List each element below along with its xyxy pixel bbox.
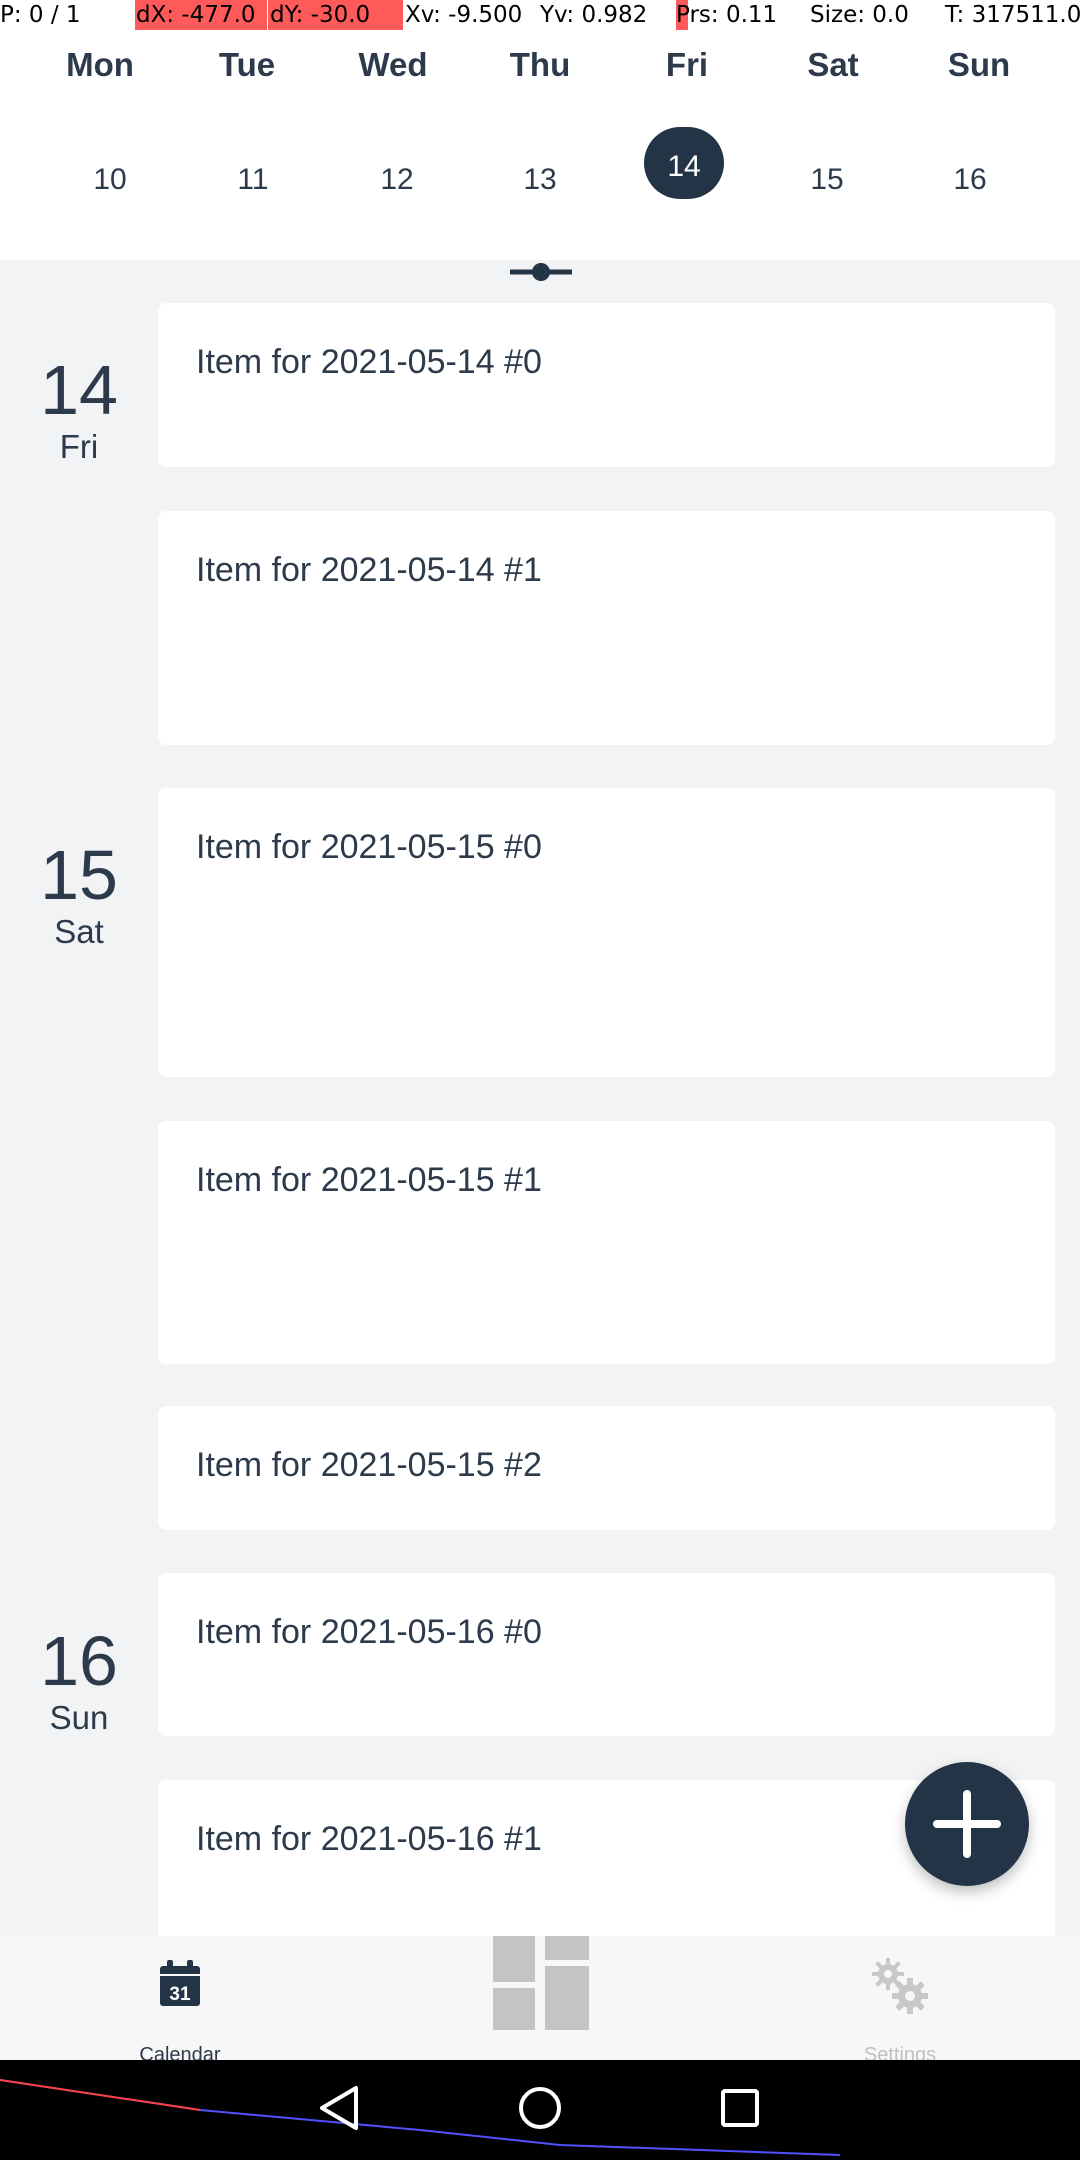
pressure: Prs: 0.11 bbox=[676, 2, 778, 28]
date-11[interactable]: 11 bbox=[213, 140, 293, 220]
system-navigation-bar bbox=[0, 2060, 1080, 2160]
day-weekday: Sun bbox=[49, 1699, 109, 1736]
dashboard-icon bbox=[493, 1936, 589, 2030]
y-velocity: Yv: 0.982 bbox=[540, 2, 648, 28]
agenda-list[interactable]: 14 Fri Item for 2021-05-14 #0 Item for 2… bbox=[0, 260, 1080, 1936]
gear-icon bbox=[872, 1958, 928, 2014]
agenda-item[interactable]: Item for 2021-05-15 #1 bbox=[158, 1121, 1055, 1364]
weekday-thu: Thu bbox=[509, 46, 571, 83]
day-number: 15 bbox=[40, 836, 118, 914]
timestamp: T: 317511.0 bbox=[945, 2, 1080, 28]
date-10[interactable]: 10 bbox=[70, 140, 150, 220]
day-number: 16 bbox=[40, 1622, 118, 1700]
date-12[interactable]: 12 bbox=[357, 140, 437, 220]
weekday-tue: Tue bbox=[218, 46, 276, 83]
nav-dashboard[interactable] bbox=[480, 1936, 600, 2060]
expand-handle-icon[interactable] bbox=[510, 262, 572, 282]
weekday-fri: Fri bbox=[665, 46, 709, 83]
nav-calendar[interactable]: 31 Calendar bbox=[80, 1936, 280, 2066]
bottom-navigation: 31 Calendar Settings bbox=[0, 1936, 1080, 2066]
agenda-item-title: Item for 2021-05-16 #0 bbox=[196, 1613, 542, 1651]
agenda-item[interactable]: Item for 2021-05-15 #0 bbox=[158, 788, 1055, 1077]
date-13[interactable]: 13 bbox=[500, 140, 580, 220]
date-14-selected[interactable]: 14 bbox=[644, 127, 724, 199]
date-16[interactable]: 16 bbox=[930, 140, 1010, 220]
agenda-item-title: Item for 2021-05-15 #2 bbox=[196, 1446, 542, 1484]
day-label-15: 15 Sat bbox=[0, 837, 158, 951]
weekday-mon: Mon bbox=[66, 46, 134, 83]
nav-settings[interactable]: Settings bbox=[800, 1936, 1000, 2066]
agenda-item-title: Item for 2021-05-14 #0 bbox=[196, 343, 542, 381]
agenda-item-title: Item for 2021-05-16 #1 bbox=[196, 1820, 542, 1858]
agenda-item[interactable]: Item for 2021-05-14 #0 bbox=[158, 303, 1055, 467]
weekday-wed: Wed bbox=[358, 46, 428, 83]
calendar-icon-date: 31 bbox=[169, 1984, 191, 2005]
weekday-sun: Sun bbox=[947, 46, 1011, 83]
touch-size: Size: 0.0 bbox=[810, 2, 909, 28]
date-15[interactable]: 15 bbox=[787, 140, 867, 220]
recents-icon[interactable] bbox=[720, 2088, 760, 2128]
agenda-item[interactable]: Item for 2021-05-14 #1 bbox=[158, 511, 1055, 745]
back-icon[interactable] bbox=[316, 2084, 362, 2132]
week-strip: Mon Tue Wed Thu Fri Sat Sun 10 11 12 13 … bbox=[0, 32, 1080, 281]
agenda-item-title: Item for 2021-05-15 #1 bbox=[196, 1161, 542, 1199]
weekday-sat: Sat bbox=[807, 46, 859, 83]
delta-y: dY: -30.0 bbox=[270, 2, 371, 28]
pointer-debug-bar: P: 0 / 1 dX: -477.0 dY: -30.0 Xv: -9.500… bbox=[0, 0, 1080, 32]
add-item-button[interactable] bbox=[905, 1762, 1029, 1886]
day-label-16: 16 Sun bbox=[0, 1623, 158, 1737]
home-icon[interactable] bbox=[518, 2086, 562, 2130]
calendar-icon: 31 bbox=[160, 1960, 200, 2006]
agenda-item[interactable]: Item for 2021-05-15 #2 bbox=[158, 1406, 1055, 1530]
x-velocity: Xv: -9.500 bbox=[405, 2, 523, 28]
pointer-count: P: 0 / 1 bbox=[0, 2, 81, 28]
agenda-item-title: Item for 2021-05-14 #1 bbox=[196, 551, 542, 589]
day-label-14: 14 Fri bbox=[0, 352, 158, 466]
app-root: P: 0 / 1 dX: -477.0 dY: -30.0 Xv: -9.500… bbox=[0, 0, 1080, 2160]
plus-icon bbox=[933, 1790, 1001, 1858]
agenda-item-title: Item for 2021-05-15 #0 bbox=[196, 828, 542, 866]
day-weekday: Sat bbox=[54, 913, 104, 950]
delta-x: dX: -477.0 bbox=[136, 2, 256, 28]
day-number: 14 bbox=[40, 351, 118, 429]
agenda-item[interactable]: Item for 2021-05-16 #0 bbox=[158, 1573, 1055, 1736]
day-weekday: Fri bbox=[59, 428, 99, 465]
